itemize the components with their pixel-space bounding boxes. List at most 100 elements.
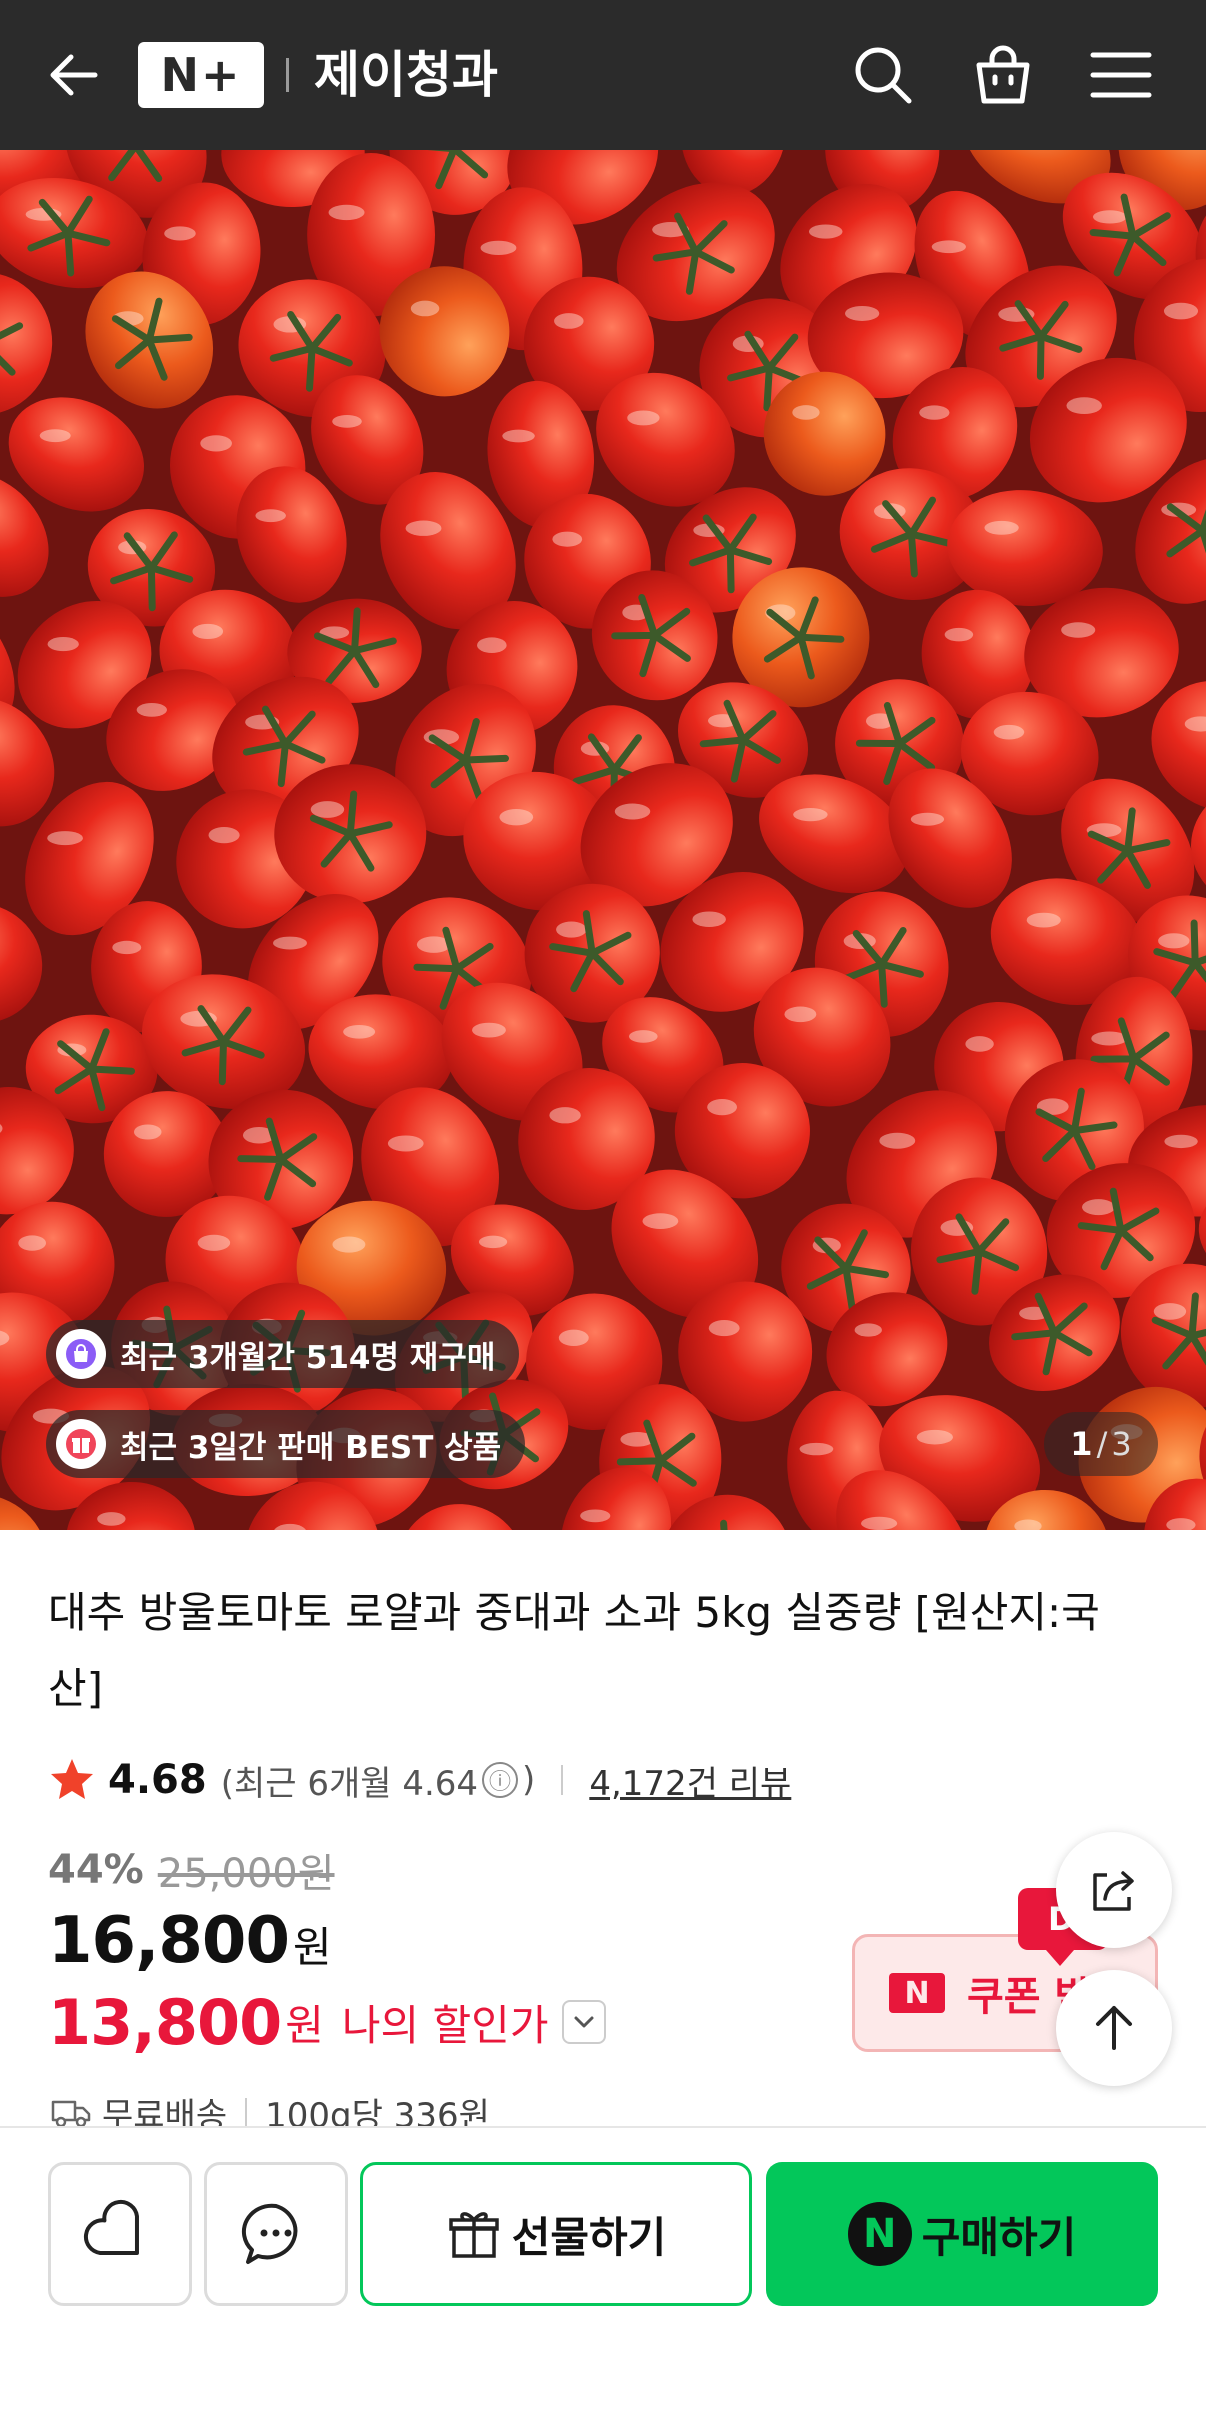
- tomato-highlight: [47, 637, 79, 652]
- tomato-highlight: [692, 911, 726, 927]
- tomato-highlight: [1061, 622, 1096, 638]
- gift-box-icon: [448, 2212, 499, 2258]
- tomato-highlight: [1164, 1134, 1198, 1149]
- scroll-top-button[interactable]: [1056, 1970, 1172, 2086]
- tomato-highlight: [133, 1124, 162, 1140]
- tomato-highlight: [965, 1036, 994, 1052]
- tomato-highlight: [993, 724, 1025, 740]
- rating-score: 4.68: [108, 1757, 207, 1803]
- price-unit: 원: [292, 1923, 332, 1972]
- discount-row: 44% 25,000원: [48, 1842, 335, 1898]
- tomato-highlight: [792, 405, 820, 420]
- search-button[interactable]: [846, 38, 920, 112]
- rating-row: 4.68 (최근 6개월 4.64 ⓘ ) 4,172건 리뷰: [48, 1752, 791, 1808]
- tomato-highlight: [707, 1098, 737, 1116]
- chevron-down-icon: [574, 2016, 594, 2028]
- menu-button[interactable]: [1084, 38, 1158, 112]
- tomato-highlight: [255, 509, 286, 523]
- tomato-highlight: [480, 240, 517, 256]
- tomato-highlight: [97, 1512, 126, 1526]
- tomato-highlight: [556, 921, 587, 938]
- tomato-highlight: [1163, 302, 1199, 320]
- review-count-link[interactable]: 4,172건 리뷰: [589, 1756, 791, 1805]
- tomato-highlight: [328, 204, 365, 221]
- recent-rating-text: (최근 6개월 4.64: [220, 1763, 479, 1804]
- my-discount-label: 나의 할인가: [341, 2000, 549, 2050]
- tomato-highlight: [1066, 397, 1102, 415]
- tomato-highlight: [558, 1329, 589, 1347]
- search-icon: [855, 47, 912, 104]
- tomato-highlight: [197, 1234, 231, 1251]
- tomato-highlight: [387, 1135, 424, 1152]
- tomato-highlight: [642, 1213, 679, 1229]
- gift-label: 선물하기: [511, 2212, 667, 2262]
- my-discount-price: 13,800: [48, 1985, 282, 2059]
- store-name[interactable]: 제이청과: [314, 40, 498, 110]
- price-row: 16,800 원: [48, 1904, 332, 1984]
- tomato-highlight: [1158, 933, 1190, 949]
- menu-icon: [1090, 52, 1152, 98]
- tomato-highlight: [919, 405, 950, 420]
- badge-text: 최근 3일간 판매 BEST 상품: [120, 1429, 502, 1466]
- tomato-highlight: [192, 623, 224, 640]
- tomato-highlight: [879, 1132, 916, 1149]
- naver-coupon-icon: N: [889, 1973, 945, 2013]
- gift-button[interactable]: 선물하기: [360, 2162, 752, 2306]
- tomato-highlight: [200, 435, 232, 452]
- tomato-highlight: [1153, 1303, 1187, 1320]
- tomato-highlight: [627, 410, 660, 426]
- tomato-highlight: [931, 240, 966, 254]
- share-button[interactable]: [1056, 1832, 1172, 1948]
- buy-label: 구매하기: [921, 2212, 1077, 2262]
- arrow-up-icon: [1096, 2006, 1132, 2050]
- heart-icon: [83, 2199, 139, 2255]
- brand-divider: [286, 58, 289, 92]
- best-seller-badge: 최근 3일간 판매 BEST 상품: [46, 1410, 526, 1478]
- tomato-highlight: [18, 1235, 47, 1251]
- buy-button[interactable]: N 구매하기: [766, 2162, 1158, 2306]
- tomato-highlight: [208, 827, 240, 844]
- cart-button[interactable]: [966, 38, 1040, 112]
- tomato-highlight: [793, 808, 828, 822]
- tomato-highlight: [112, 940, 142, 955]
- brand-logo[interactable]: N+: [138, 42, 264, 108]
- info-icon[interactable]: ⓘ: [482, 1762, 519, 1798]
- tomato-highlight: [478, 1235, 508, 1249]
- tomato-highlight: [1082, 1199, 1115, 1216]
- tomato-highlight: [405, 520, 442, 536]
- product-image-carousel[interactable]: 최근 3개월간 514명 재구매 최근 3일간 판매 BEST 상품 1 / 3: [0, 150, 1206, 1530]
- back-button[interactable]: [38, 40, 108, 110]
- tomato-highlight: [136, 702, 167, 717]
- wishlist-button[interactable]: [48, 2162, 192, 2306]
- back-arrow-icon: [50, 54, 98, 96]
- tomato-highlight: [554, 313, 584, 329]
- tomato-highlight: [614, 803, 651, 820]
- divider: [561, 1765, 564, 1795]
- tomato-highlight: [861, 1516, 898, 1530]
- tomato-highlight: [628, 1030, 658, 1043]
- shopping-bag-icon: [976, 45, 1030, 104]
- gift-icon: [56, 1419, 106, 1469]
- tomato-highlight: [784, 1006, 817, 1023]
- tomato-highlight: [799, 1442, 834, 1456]
- tomato-highlight: [854, 1323, 882, 1337]
- tomato-highlight: [332, 1236, 366, 1253]
- counter-total: 3: [1111, 1425, 1132, 1463]
- star-icon: [51, 1759, 93, 1799]
- tomato-highlight: [984, 520, 1019, 535]
- chat-bubble-icon: [241, 2203, 298, 2264]
- tomato-highlight: [910, 812, 945, 826]
- naver-pay-icon: N: [847, 2202, 912, 2266]
- tomato-highlight: [916, 1429, 953, 1445]
- my-discount-toggle[interactable]: [562, 2000, 607, 2044]
- divider: [245, 2098, 248, 2126]
- tomato-highlight: [39, 429, 71, 443]
- my-price-unit: 원: [285, 2000, 324, 2050]
- recent-rating: (최근 6개월 4.64 ⓘ ): [221, 1756, 536, 1805]
- tomato-highlight: [845, 305, 880, 321]
- chat-button[interactable]: [204, 2162, 348, 2306]
- tomato-highlight: [310, 801, 345, 818]
- tomato-highlight: [472, 1022, 506, 1038]
- tomato-highlight: [549, 1107, 581, 1124]
- discount-rate: 44%: [48, 1847, 144, 1893]
